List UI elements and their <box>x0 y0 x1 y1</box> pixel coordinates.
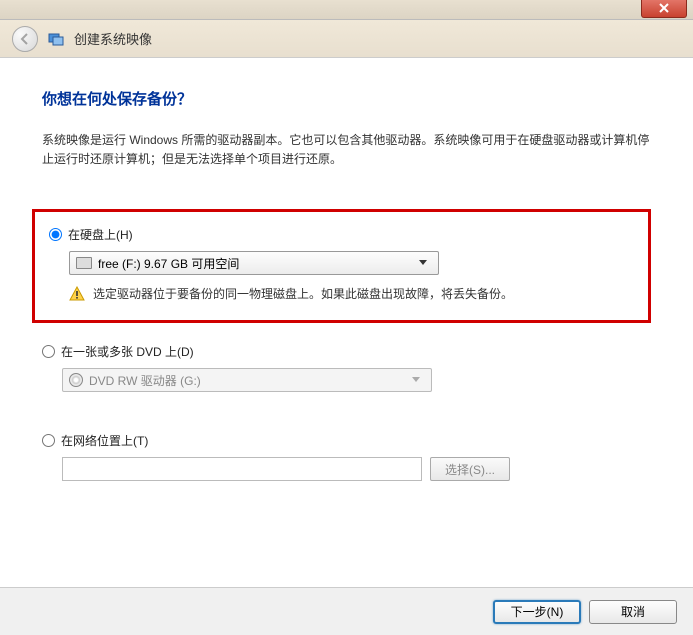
cancel-button[interactable]: 取消 <box>589 600 677 624</box>
header: 创建系统映像 <box>0 20 693 58</box>
warning-text: 选定驱动器位于要备份的同一物理磁盘上。如果此磁盘出现故障，将丢失备份。 <box>93 285 513 302</box>
hard-disk-radio-row[interactable]: 在硬盘上(H) <box>49 226 634 243</box>
description-text: 系统映像是运行 Windows 所需的驱动器副本。它也可以包含其他驱动器。系统映… <box>42 131 651 169</box>
hard-disk-warning: 选定驱动器位于要备份的同一物理磁盘上。如果此磁盘出现故障，将丢失备份。 <box>69 285 634 302</box>
next-button[interactable]: 下一步(N) <box>493 600 581 624</box>
back-arrow-icon <box>18 32 32 46</box>
hard-disk-option: 在硬盘上(H) free (F:) 9.67 GB 可用空间 选定驱动器位于要备… <box>49 226 634 302</box>
drive-icon <box>76 257 92 269</box>
network-option: 在网络位置上(T) 选择(S)... <box>42 432 651 481</box>
network-radio[interactable] <box>42 434 55 447</box>
dvd-selected: DVD RW 驱动器 (G:) <box>89 372 407 389</box>
warning-icon <box>69 286 85 302</box>
hard-disk-label: 在硬盘上(H) <box>68 226 133 243</box>
chevron-down-icon <box>407 377 425 383</box>
header-title: 创建系统映像 <box>74 29 152 48</box>
system-image-icon <box>48 31 64 47</box>
dvd-dropdown: DVD RW 驱动器 (G:) <box>62 368 432 392</box>
dvd-icon <box>69 373 83 387</box>
hard-disk-radio[interactable] <box>49 228 62 241</box>
browse-button: 选择(S)... <box>430 457 510 481</box>
dvd-option: 在一张或多张 DVD 上(D) DVD RW 驱动器 (G:) <box>42 343 651 392</box>
content-area: 你想在何处保存备份？ 系统映像是运行 Windows 所需的驱动器副本。它也可以… <box>0 58 693 587</box>
network-label: 在网络位置上(T) <box>61 432 148 449</box>
network-input-row: 选择(S)... <box>62 457 651 481</box>
network-path-input <box>62 457 422 481</box>
dvd-radio-row[interactable]: 在一张或多张 DVD 上(D) <box>42 343 651 360</box>
back-button[interactable] <box>12 26 38 52</box>
close-button[interactable] <box>641 0 687 18</box>
dvd-label: 在一张或多张 DVD 上(D) <box>61 343 194 360</box>
hard-disk-dropdown[interactable]: free (F:) 9.67 GB 可用空间 <box>69 251 439 275</box>
close-icon <box>659 3 669 13</box>
network-radio-row[interactable]: 在网络位置上(T) <box>42 432 651 449</box>
dvd-radio[interactable] <box>42 345 55 358</box>
titlebar <box>0 0 693 20</box>
main-heading: 你想在何处保存备份？ <box>42 88 651 109</box>
hard-disk-option-highlight: 在硬盘上(H) free (F:) 9.67 GB 可用空间 选定驱动器位于要备… <box>32 209 651 323</box>
footer: 下一步(N) 取消 <box>0 587 693 635</box>
chevron-down-icon <box>414 260 432 266</box>
dialog-window: 创建系统映像 你想在何处保存备份？ 系统映像是运行 Windows 所需的驱动器… <box>0 0 693 635</box>
hard-disk-selected: free (F:) 9.67 GB 可用空间 <box>98 255 414 272</box>
